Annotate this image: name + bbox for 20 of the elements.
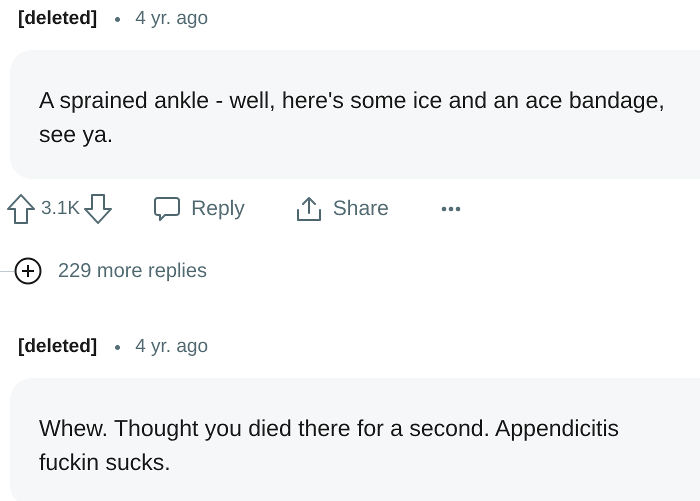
speech-bubble-icon — [153, 195, 182, 223]
separator-dot — [115, 16, 120, 22]
author-name[interactable]: [deleted] — [18, 8, 98, 30]
separator-dot — [115, 344, 120, 350]
share-icon — [294, 195, 323, 223]
comment-time: 4 yr. ago — [135, 8, 208, 30]
author-name[interactable]: [deleted] — [18, 336, 98, 358]
vote-count: 3.1K — [41, 198, 80, 220]
more-options-icon — [440, 206, 461, 212]
downvote-button[interactable] — [83, 193, 114, 225]
arrow-up-icon — [6, 193, 36, 225]
plus-circle-icon — [14, 257, 42, 285]
upvote-button[interactable] — [6, 193, 36, 225]
arrow-down-icon — [83, 193, 114, 225]
share-button[interactable]: Share — [294, 195, 389, 223]
comment-body: A sprained ankle - well, here's some ice and an ace bandage, see ya. — [10, 50, 700, 179]
comment-body: Whew. Thought you died there for a second. Appendicitis fuckin sucks. — [10, 378, 700, 501]
comment-time: 4 yr. ago — [135, 336, 208, 358]
more-replies-button[interactable]: 229 more replies — [14, 257, 207, 285]
reply-button[interactable]: Reply — [153, 195, 245, 223]
